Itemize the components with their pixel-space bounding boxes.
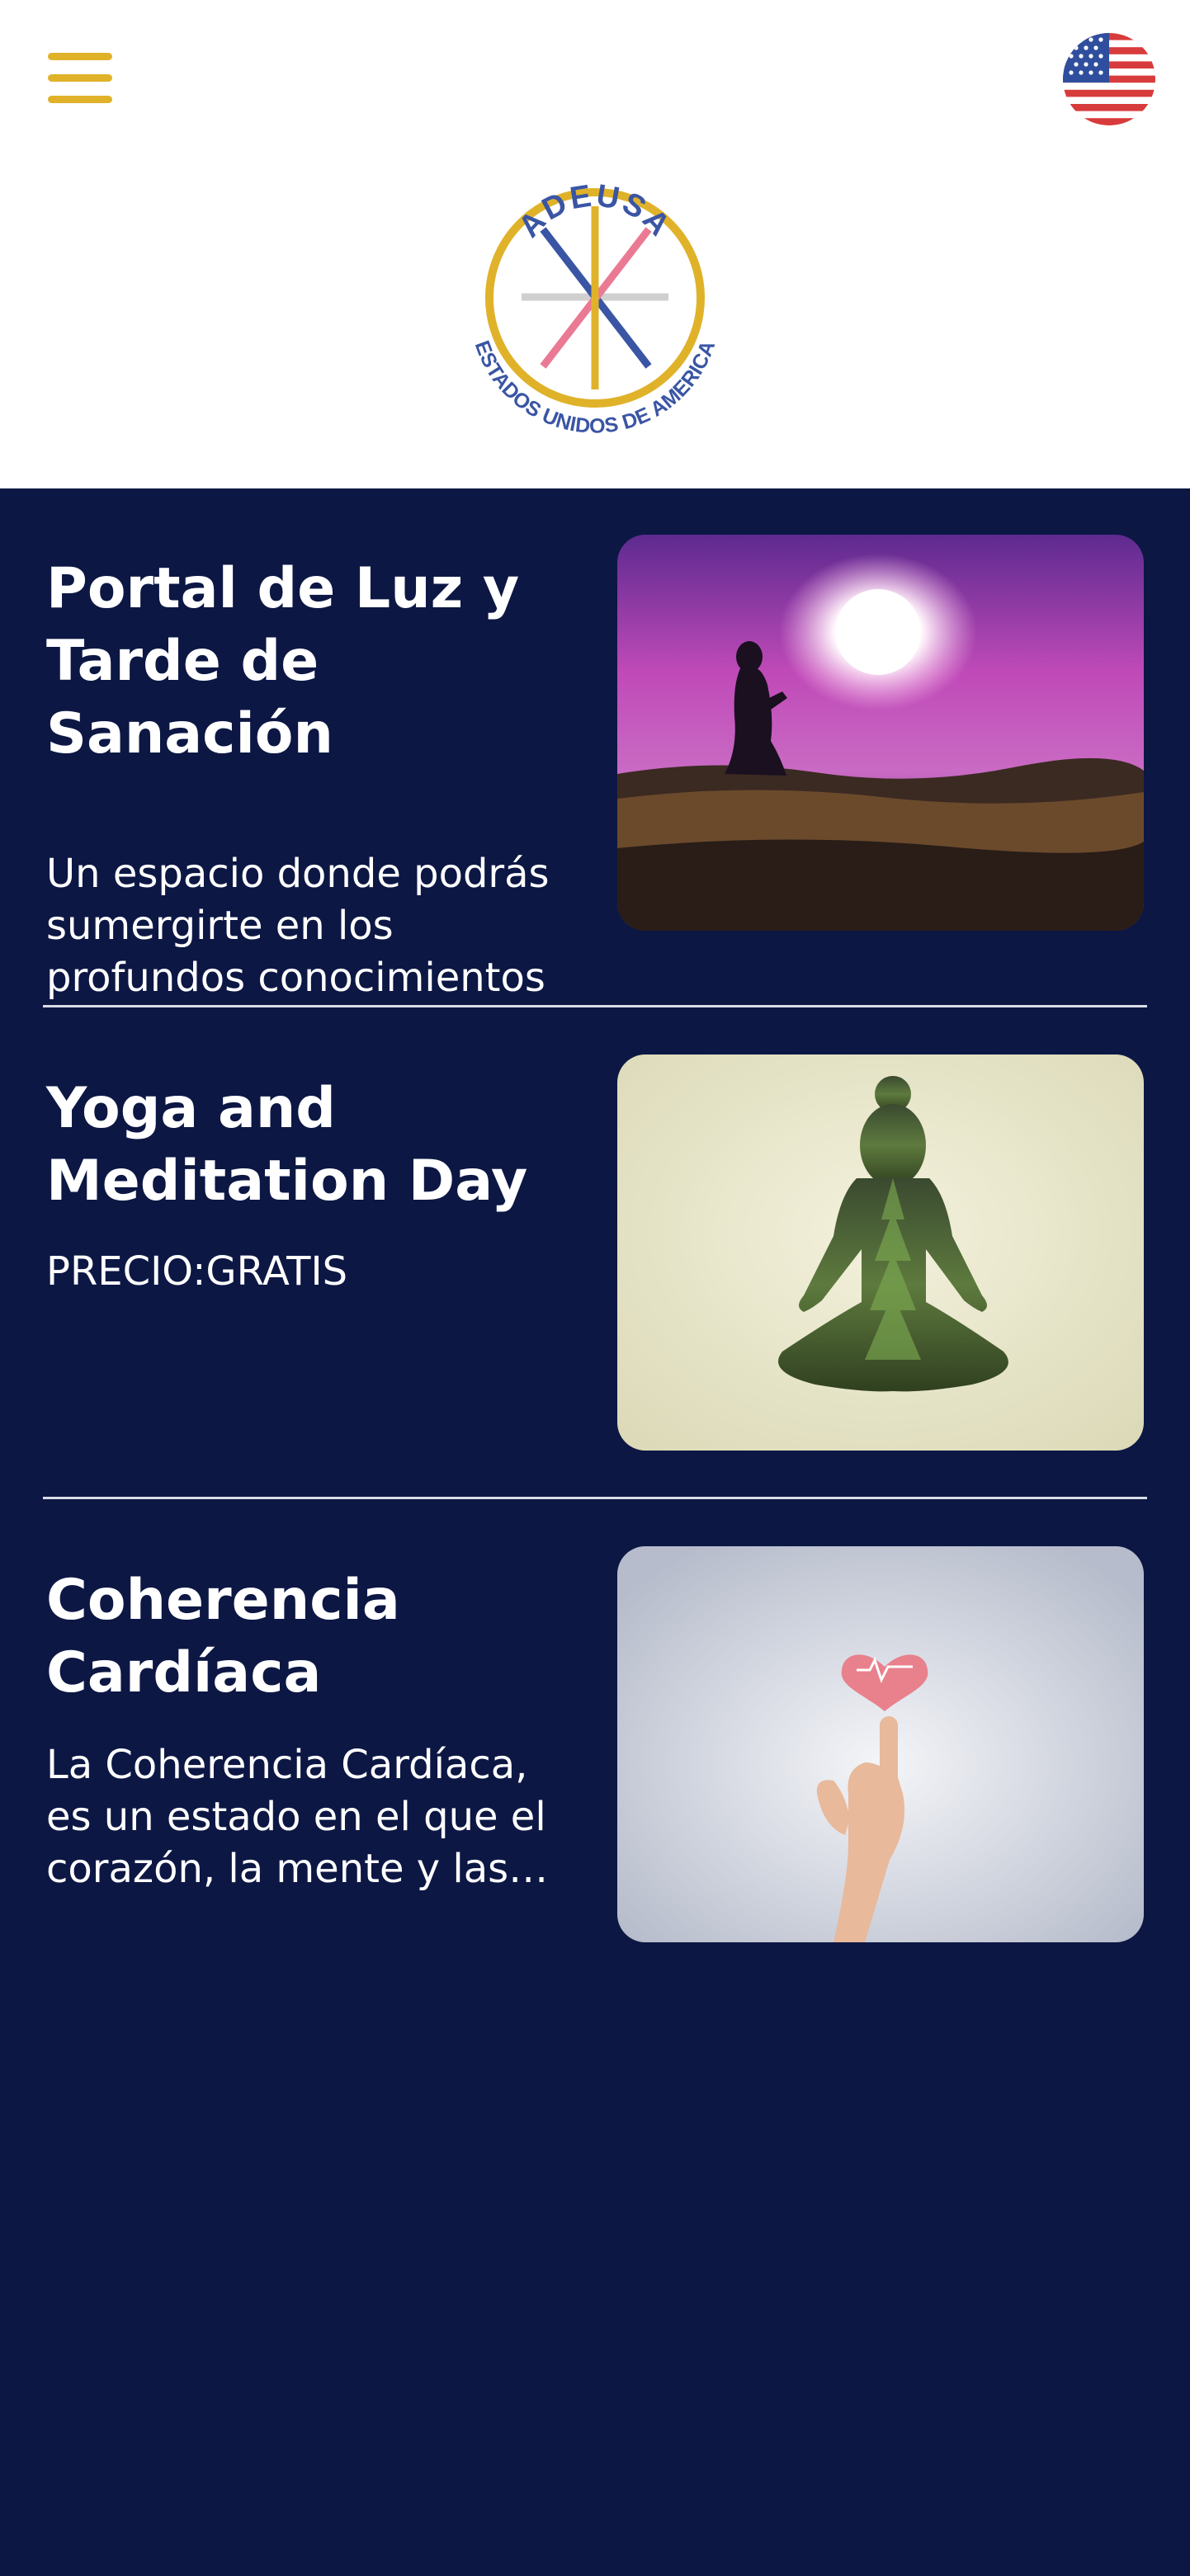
event-card[interactable]: Portal de Luz y Tarde de Sanación Un esp…	[0, 535, 1190, 1001]
divider	[43, 1497, 1147, 1499]
event-title: Portal de Luz y Tarde de Sanación	[46, 556, 520, 767]
event-card[interactable]: Coherencia Cardíaca La Coherencia Cardía…	[0, 1546, 1190, 1942]
events-list: Portal de Luz y Tarde de Sanación Un esp…	[0, 488, 1190, 2576]
event-description: Un espacio donde podrás sumergirte en lo…	[46, 851, 550, 1001]
purple-sunset-meditation-image	[617, 535, 1144, 931]
hamburger-menu-icon[interactable]	[48, 53, 112, 104]
us-flag-icon[interactable]	[1063, 33, 1155, 125]
heart-on-finger-image	[617, 1546, 1144, 1942]
event-card[interactable]: Yoga and Meditation Day PRECIO:GRATIS	[0, 1054, 1190, 1451]
app-header: ADEUSA ESTADOS UNIDOS DE AMERICA	[0, 0, 1190, 488]
adeusa-logo: ADEUSA ESTADOS UNIDOS DE AMERICA	[454, 157, 736, 439]
yoga-forest-silhouette-image	[617, 1054, 1144, 1451]
event-title: Yoga and Meditation Day	[46, 1076, 528, 1214]
event-price: PRECIO:GRATIS	[46, 1248, 348, 1295]
divider	[43, 1005, 1147, 1007]
event-title: Coherencia Cardíaca	[46, 1568, 400, 1706]
event-description: La Coherencia Cardíaca, es un estado en …	[46, 1742, 546, 1892]
